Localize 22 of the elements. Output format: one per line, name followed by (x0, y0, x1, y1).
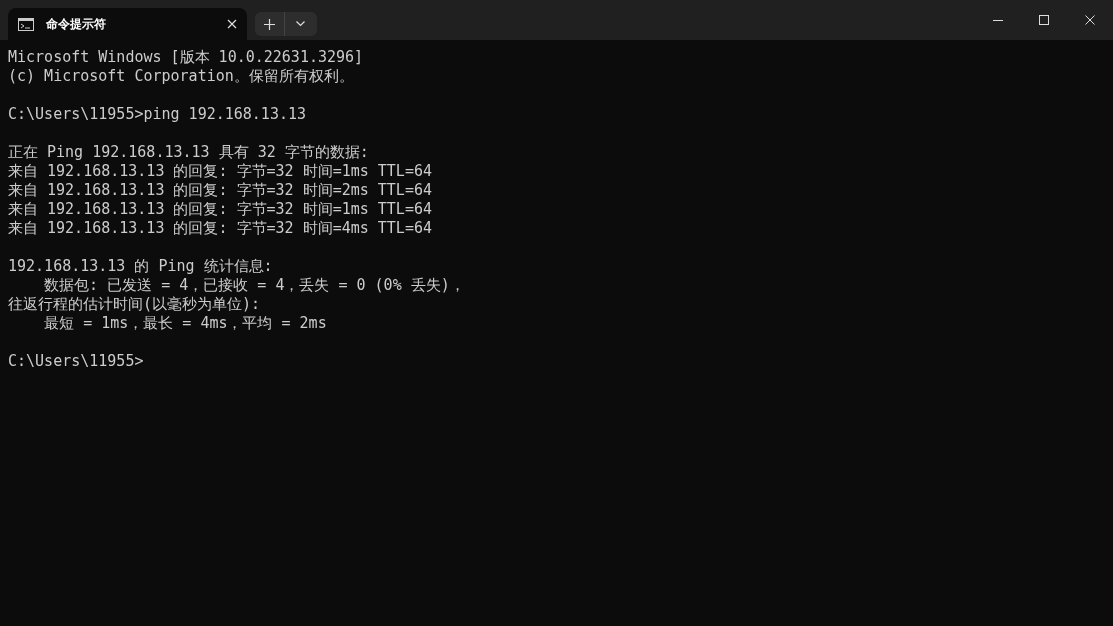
console-icon (18, 17, 34, 31)
console-line: 来自 192.168.13.13 的回复: 字节=32 时间=2ms TTL=64 (8, 181, 432, 200)
maximize-icon (1039, 15, 1049, 25)
console-line: C:\Users\11955> (8, 352, 144, 371)
console-line: 来自 192.168.13.13 的回复: 字节=32 时间=1ms TTL=64 (8, 162, 432, 181)
console-line: 往返行程的估计时间(以毫秒为单位): (8, 295, 261, 314)
tab-title: 命令提示符 (46, 16, 107, 33)
console-line: 来自 192.168.13.13 的回复: 字节=32 时间=4ms TTL=64 (8, 219, 432, 238)
chevron-down-icon (295, 21, 305, 27)
console-line: 数据包: 已发送 = 4，已接收 = 4，丢失 = 0 (0% 丢失)， (43, 276, 465, 295)
terminal-tab[interactable]: 命令提示符 (8, 8, 247, 40)
console-line: 正在 Ping 192.168.13.13 具有 32 字节的数据: (8, 143, 369, 162)
console-line: 来自 192.168.13.13 的回复: 字节=32 时间=1ms TTL=64 (8, 200, 432, 219)
console-line: 最短 = 1ms，最长 = 4ms，平均 = 2ms (43, 314, 327, 333)
console-line: 192.168.13.13 的 Ping 统计信息: (8, 257, 273, 276)
console-line: (c) Microsoft Corporation。保留所有权利。 (8, 67, 354, 86)
console-line: C:\Users\11955>ping 192.168.13.13 (8, 105, 306, 124)
close-icon (1085, 15, 1095, 25)
minimize-icon (993, 19, 1003, 21)
plus-icon (264, 18, 275, 30)
close-icon[interactable] (227, 19, 237, 29)
console-line: Microsoft Windows [版本 10.0.22631.3296] (8, 48, 364, 67)
